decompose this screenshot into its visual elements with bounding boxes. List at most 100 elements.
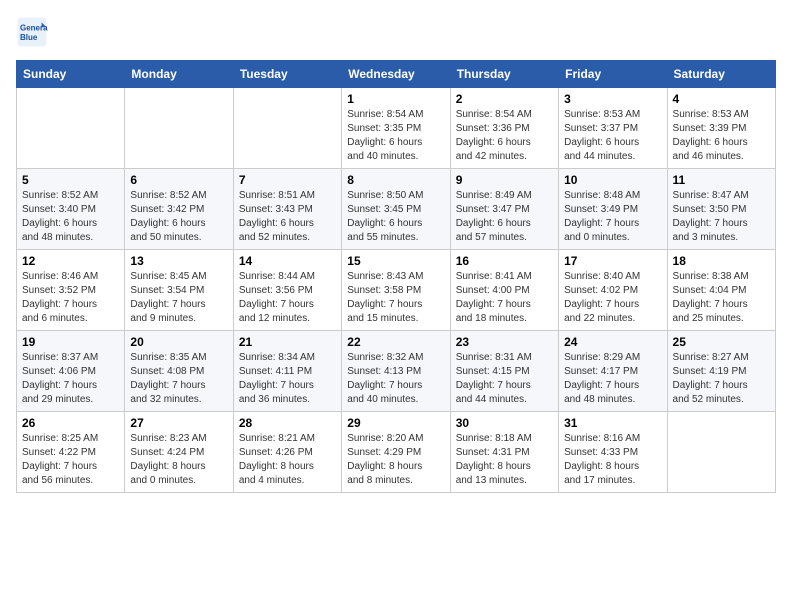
day-number: 29 <box>347 416 444 430</box>
day-info: Sunrise: 8:37 AM Sunset: 4:06 PM Dayligh… <box>22 351 119 407</box>
day-info: Sunrise: 8:32 AM Sunset: 4:13 PM Dayligh… <box>347 351 444 407</box>
calendar-cell: 4 Sunrise: 8:53 AM Sunset: 3:39 PM Daylig… <box>667 88 775 169</box>
day-number: 23 <box>456 335 553 349</box>
calendar-cell <box>17 88 125 169</box>
day-number: 25 <box>673 335 770 349</box>
day-info: Sunrise: 8:52 AM Sunset: 3:40 PM Dayligh… <box>22 189 119 245</box>
day-number: 2 <box>456 92 553 106</box>
weekday-header: Sunday <box>17 61 125 88</box>
day-number: 17 <box>564 254 661 268</box>
day-info: Sunrise: 8:45 AM Sunset: 3:54 PM Dayligh… <box>130 270 227 326</box>
calendar-cell: 6 Sunrise: 8:52 AM Sunset: 3:42 PM Daylig… <box>125 169 233 250</box>
day-info: Sunrise: 8:51 AM Sunset: 3:43 PM Dayligh… <box>239 189 336 245</box>
weekday-header: Thursday <box>450 61 558 88</box>
header: General Blue <box>16 16 776 48</box>
calendar-cell: 17 Sunrise: 8:40 AM Sunset: 4:02 PM Dayli… <box>559 250 667 331</box>
day-info: Sunrise: 8:21 AM Sunset: 4:26 PM Dayligh… <box>239 432 336 488</box>
day-number: 5 <box>22 173 119 187</box>
day-info: Sunrise: 8:44 AM Sunset: 3:56 PM Dayligh… <box>239 270 336 326</box>
day-info: Sunrise: 8:23 AM Sunset: 4:24 PM Dayligh… <box>130 432 227 488</box>
day-number: 22 <box>347 335 444 349</box>
day-number: 4 <box>673 92 770 106</box>
calendar-cell: 31Sunrise: 8:16 AM Sunset: 4:33 PM Dayli… <box>559 412 667 493</box>
day-info: Sunrise: 8:41 AM Sunset: 4:00 PM Dayligh… <box>456 270 553 326</box>
calendar-cell: 19 Sunrise: 8:37 AM Sunset: 4:06 PM Dayli… <box>17 331 125 412</box>
weekday-header: Saturday <box>667 61 775 88</box>
calendar: SundayMondayTuesdayWednesdayThursdayFrid… <box>16 60 776 493</box>
day-number: 11 <box>673 173 770 187</box>
day-info: Sunrise: 8:53 AM Sunset: 3:39 PM Dayligh… <box>673 108 770 164</box>
calendar-cell <box>125 88 233 169</box>
day-number: 14 <box>239 254 336 268</box>
day-number: 16 <box>456 254 553 268</box>
day-number: 20 <box>130 335 227 349</box>
weekday-header: Tuesday <box>233 61 341 88</box>
calendar-week-row: 12 Sunrise: 8:46 AM Sunset: 3:52 PM Dayli… <box>17 250 776 331</box>
logo: General Blue <box>16 16 52 48</box>
calendar-cell: 30 Sunrise: 8:18 AM Sunset: 4:31 PM Dayli… <box>450 412 558 493</box>
calendar-week-row: 19 Sunrise: 8:37 AM Sunset: 4:06 PM Dayli… <box>17 331 776 412</box>
day-number: 3 <box>564 92 661 106</box>
calendar-header-row: SundayMondayTuesdayWednesdayThursdayFrid… <box>17 61 776 88</box>
day-info: Sunrise: 8:18 AM Sunset: 4:31 PM Dayligh… <box>456 432 553 488</box>
day-number: 18 <box>673 254 770 268</box>
day-info: Sunrise: 8:27 AM Sunset: 4:19 PM Dayligh… <box>673 351 770 407</box>
day-number: 12 <box>22 254 119 268</box>
weekday-header: Monday <box>125 61 233 88</box>
day-number: 6 <box>130 173 227 187</box>
day-info: Sunrise: 8:35 AM Sunset: 4:08 PM Dayligh… <box>130 351 227 407</box>
day-info: Sunrise: 8:53 AM Sunset: 3:37 PM Dayligh… <box>564 108 661 164</box>
day-number: 27 <box>130 416 227 430</box>
day-info: Sunrise: 8:48 AM Sunset: 3:49 PM Dayligh… <box>564 189 661 245</box>
svg-text:Blue: Blue <box>20 33 38 42</box>
calendar-cell: 24 Sunrise: 8:29 AM Sunset: 4:17 PM Dayli… <box>559 331 667 412</box>
calendar-cell: 18Sunrise: 8:38 AM Sunset: 4:04 PM Dayli… <box>667 250 775 331</box>
calendar-cell: 8Sunrise: 8:50 AM Sunset: 3:45 PM Daylig… <box>342 169 450 250</box>
calendar-cell: 15 Sunrise: 8:43 AM Sunset: 3:58 PM Dayli… <box>342 250 450 331</box>
day-info: Sunrise: 8:43 AM Sunset: 3:58 PM Dayligh… <box>347 270 444 326</box>
calendar-cell: 12 Sunrise: 8:46 AM Sunset: 3:52 PM Dayli… <box>17 250 125 331</box>
calendar-cell: 16 Sunrise: 8:41 AM Sunset: 4:00 PM Dayli… <box>450 250 558 331</box>
day-info: Sunrise: 8:54 AM Sunset: 3:35 PM Dayligh… <box>347 108 444 164</box>
day-info: Sunrise: 8:34 AM Sunset: 4:11 PM Dayligh… <box>239 351 336 407</box>
calendar-cell: 9Sunrise: 8:49 AM Sunset: 3:47 PM Daylig… <box>450 169 558 250</box>
day-number: 30 <box>456 416 553 430</box>
calendar-cell <box>667 412 775 493</box>
day-info: Sunrise: 8:40 AM Sunset: 4:02 PM Dayligh… <box>564 270 661 326</box>
day-number: 19 <box>22 335 119 349</box>
calendar-body: 1Sunrise: 8:54 AM Sunset: 3:35 PM Daylig… <box>17 88 776 493</box>
day-number: 10 <box>564 173 661 187</box>
calendar-week-row: 26Sunrise: 8:25 AM Sunset: 4:22 PM Dayli… <box>17 412 776 493</box>
day-info: Sunrise: 8:29 AM Sunset: 4:17 PM Dayligh… <box>564 351 661 407</box>
calendar-cell: 22 Sunrise: 8:32 AM Sunset: 4:13 PM Dayli… <box>342 331 450 412</box>
day-info: Sunrise: 8:20 AM Sunset: 4:29 PM Dayligh… <box>347 432 444 488</box>
weekday-header: Friday <box>559 61 667 88</box>
calendar-cell: 10 Sunrise: 8:48 AM Sunset: 3:49 PM Dayli… <box>559 169 667 250</box>
calendar-cell: 28 Sunrise: 8:21 AM Sunset: 4:26 PM Dayli… <box>233 412 341 493</box>
day-number: 7 <box>239 173 336 187</box>
calendar-cell: 21 Sunrise: 8:34 AM Sunset: 4:11 PM Dayli… <box>233 331 341 412</box>
calendar-cell: 25 Sunrise: 8:27 AM Sunset: 4:19 PM Dayli… <box>667 331 775 412</box>
day-info: Sunrise: 8:25 AM Sunset: 4:22 PM Dayligh… <box>22 432 119 488</box>
day-info: Sunrise: 8:49 AM Sunset: 3:47 PM Dayligh… <box>456 189 553 245</box>
calendar-week-row: 1Sunrise: 8:54 AM Sunset: 3:35 PM Daylig… <box>17 88 776 169</box>
weekday-header: Wednesday <box>342 61 450 88</box>
calendar-cell: 2 Sunrise: 8:54 AM Sunset: 3:36 PM Daylig… <box>450 88 558 169</box>
day-number: 24 <box>564 335 661 349</box>
day-info: Sunrise: 8:54 AM Sunset: 3:36 PM Dayligh… <box>456 108 553 164</box>
calendar-cell: 29 Sunrise: 8:20 AM Sunset: 4:29 PM Dayli… <box>342 412 450 493</box>
calendar-cell: 1Sunrise: 8:54 AM Sunset: 3:35 PM Daylig… <box>342 88 450 169</box>
day-number: 13 <box>130 254 227 268</box>
day-info: Sunrise: 8:52 AM Sunset: 3:42 PM Dayligh… <box>130 189 227 245</box>
day-number: 15 <box>347 254 444 268</box>
day-number: 21 <box>239 335 336 349</box>
calendar-cell: 23Sunrise: 8:31 AM Sunset: 4:15 PM Dayli… <box>450 331 558 412</box>
calendar-cell: 13 Sunrise: 8:45 AM Sunset: 3:54 PM Dayli… <box>125 250 233 331</box>
calendar-cell: 3 Sunrise: 8:53 AM Sunset: 3:37 PM Daylig… <box>559 88 667 169</box>
day-number: 31 <box>564 416 661 430</box>
day-number: 28 <box>239 416 336 430</box>
calendar-cell <box>233 88 341 169</box>
day-info: Sunrise: 8:50 AM Sunset: 3:45 PM Dayligh… <box>347 189 444 245</box>
day-info: Sunrise: 8:46 AM Sunset: 3:52 PM Dayligh… <box>22 270 119 326</box>
calendar-cell: 14 Sunrise: 8:44 AM Sunset: 3:56 PM Dayli… <box>233 250 341 331</box>
